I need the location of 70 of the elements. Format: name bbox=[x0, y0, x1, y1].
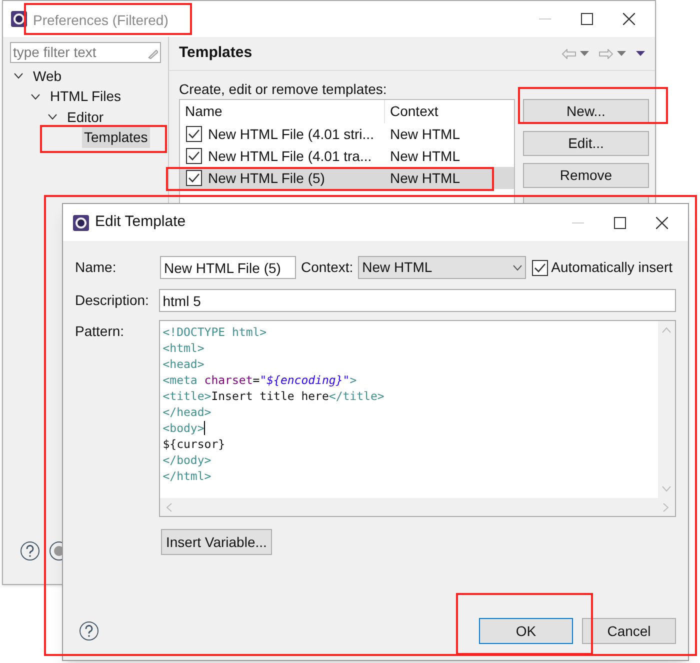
table-cell-text: New HTML File (4.01 stri... bbox=[208, 124, 374, 144]
row-checkbox[interactable] bbox=[186, 126, 202, 142]
table-cell-text: New HTML File (4.01 tra... bbox=[208, 146, 372, 166]
field-label: Name: bbox=[75, 258, 118, 277]
close-icon bbox=[656, 216, 668, 228]
column-header[interactable]: Name bbox=[180, 100, 385, 123]
maximize-icon bbox=[581, 13, 593, 25]
table-row[interactable]: New HTML File (5) New HTML bbox=[180, 167, 514, 189]
code-line: <body> bbox=[162, 420, 206, 436]
forward-arrow-icon bbox=[599, 48, 613, 58]
chevron-down-icon bbox=[513, 264, 522, 270]
table-cell-text: New HTML bbox=[389, 168, 460, 188]
context-dropdown[interactable]: New HTML bbox=[358, 256, 526, 279]
action-button[interactable]: Remove bbox=[523, 163, 649, 188]
chevron-up-icon bbox=[662, 327, 671, 333]
dropdown-icon bbox=[617, 51, 626, 56]
field-label: Pattern: bbox=[75, 322, 126, 341]
code-line: <html> bbox=[162, 340, 206, 356]
clear-icon bbox=[146, 46, 158, 58]
code-line: </body> bbox=[162, 452, 212, 468]
dropdown-icon bbox=[580, 51, 589, 56]
tree-item[interactable]: Editor bbox=[65, 106, 106, 128]
field-label: Context: bbox=[301, 258, 354, 277]
tree-item[interactable]: Templates bbox=[82, 127, 150, 148]
page-title: Templates bbox=[179, 43, 252, 64]
chevron-left-icon bbox=[166, 502, 172, 512]
table-cell-text: New HTML File (5) bbox=[208, 168, 325, 188]
table-row[interactable]: New HTML File (4.01 stri... New HTML bbox=[180, 123, 514, 145]
code-line: </html> bbox=[162, 468, 212, 484]
row-checkbox[interactable] bbox=[186, 170, 202, 186]
insert-variable-button[interactable]: Insert Variable... bbox=[161, 529, 272, 555]
help-icon bbox=[79, 621, 99, 641]
auto-insert-checkbox[interactable] bbox=[532, 260, 548, 276]
code-line: ${cursor} bbox=[162, 436, 226, 452]
filter-field[interactable]: type filter text bbox=[10, 42, 161, 63]
maximize-icon bbox=[614, 216, 626, 228]
tree-item[interactable]: Web bbox=[31, 66, 64, 87]
code-line: <head> bbox=[162, 356, 206, 372]
row-checkbox[interactable] bbox=[186, 148, 202, 164]
name-field[interactable]: New HTML File (5) bbox=[160, 256, 296, 279]
dialog-title: Edit Template bbox=[95, 212, 186, 232]
pattern-editor[interactable]: <!DOCTYPE html> <html> <head> <meta charset="${encoding}"> <title>Insert title here</title> </head> <body> ${cursor} </body> </html> bbox=[158, 320, 676, 517]
table-cell-text: New HTML bbox=[389, 146, 460, 166]
chevron-down-icon bbox=[662, 486, 671, 492]
action-button[interactable]: New... bbox=[523, 99, 649, 124]
menu-icon bbox=[636, 51, 645, 56]
table-row[interactable]: New HTML File (4.01 tra... New HTML bbox=[180, 145, 514, 167]
code-line: </head> bbox=[162, 404, 212, 420]
help-icon bbox=[20, 541, 40, 561]
back-arrow-icon bbox=[562, 48, 576, 58]
field-label: Description: bbox=[75, 291, 150, 310]
chevron-right-icon bbox=[663, 502, 669, 512]
window-title: Preferences (Filtered) bbox=[33, 12, 168, 28]
cancel-button[interactable]: Cancel bbox=[582, 618, 676, 644]
vertical-scrollbar[interactable] bbox=[658, 321, 675, 498]
code-line: <meta charset="${encoding}"> bbox=[162, 372, 358, 388]
action-button[interactable]: Edit... bbox=[523, 131, 649, 156]
code-line: <!DOCTYPE html> bbox=[162, 324, 268, 340]
dropdown-value: New HTML bbox=[362, 258, 434, 277]
description-field[interactable]: html 5 bbox=[158, 289, 676, 312]
app-icon bbox=[73, 214, 89, 230]
instructions-text: Create, edit or remove templates: bbox=[178, 80, 388, 99]
code-line: <title>Insert title here</title> bbox=[162, 388, 386, 404]
column-header[interactable]: Context bbox=[385, 101, 438, 122]
ok-button[interactable]: OK bbox=[479, 618, 573, 644]
horizontal-scrollbar[interactable] bbox=[160, 498, 675, 516]
checkbox-label: Automatically insert bbox=[551, 258, 673, 277]
close-icon bbox=[623, 13, 635, 25]
table-cell-text: New HTML bbox=[389, 124, 460, 144]
tree-item[interactable]: HTML Files bbox=[48, 86, 124, 108]
